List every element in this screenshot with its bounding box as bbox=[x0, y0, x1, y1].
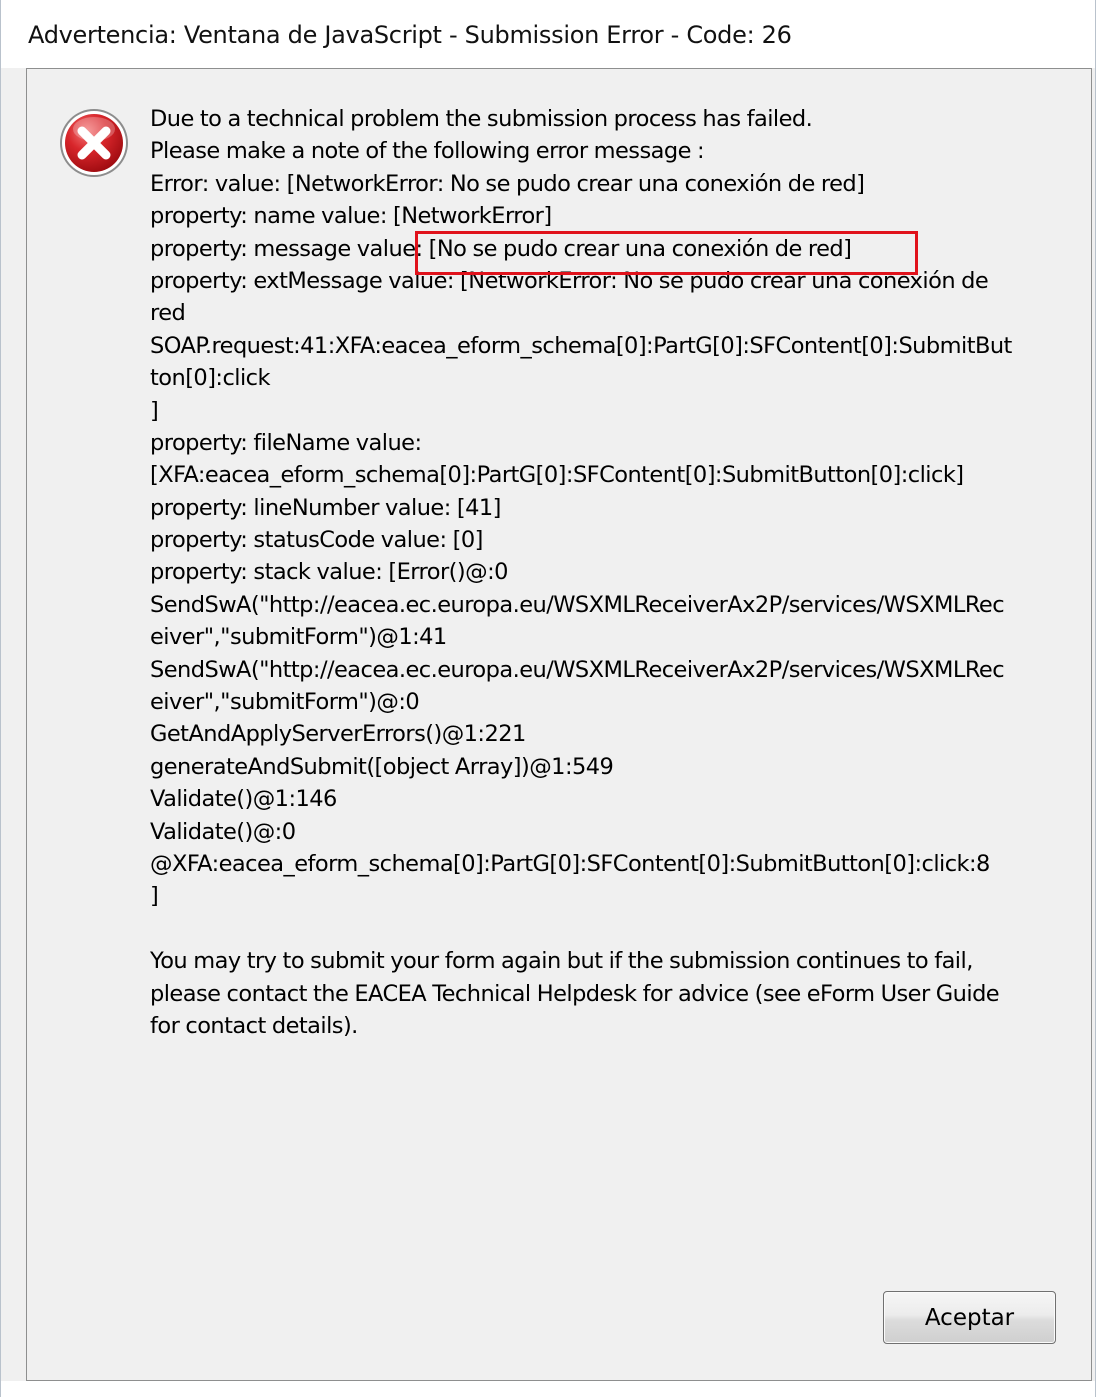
message-line: Validate()@:0 bbox=[150, 818, 296, 845]
message-line: [XFA:eacea_eform_schema[0]:PartG[0]:SFCo… bbox=[150, 462, 964, 489]
window-bottom-edge bbox=[1, 1381, 1095, 1397]
aceptar-button[interactable]: Aceptar bbox=[883, 1291, 1056, 1344]
title-bar[interactable]: Advertencia: Ventana de JavaScript - Sub… bbox=[1, 0, 1095, 68]
message-line: property: extMessage value: [NetworkErro… bbox=[150, 267, 989, 294]
alert-dialog: Advertencia: Ventana de JavaScript - Sub… bbox=[0, 0, 1096, 1397]
message-line: ton[0]:click bbox=[150, 365, 271, 392]
message-line: generateAndSubmit([object Array])@1:549 bbox=[150, 753, 614, 780]
error-icon bbox=[60, 109, 128, 177]
message-line: property: statusCode value: [0] bbox=[150, 527, 483, 554]
error-message: Due to a technical problem the submissio… bbox=[150, 103, 1065, 1042]
message-line: @XFA:eacea_eform_schema[0]:PartG[0]:SFCo… bbox=[150, 850, 990, 877]
message-line: property: message value: [No se pudo cre… bbox=[150, 235, 852, 262]
message-line: Error: value: [NetworkError: No se pudo … bbox=[150, 170, 865, 197]
message-line: SOAP.request:41:XFA:eacea_eform_schema[0… bbox=[150, 332, 1012, 359]
message-line: property: stack value: [Error()@:0 bbox=[150, 559, 508, 586]
message-line: ] bbox=[150, 397, 159, 424]
message-line: property: lineNumber value: [41] bbox=[150, 494, 501, 521]
message-line: eiver","submitForm")@1:41 bbox=[150, 624, 447, 651]
message-line: Due to a technical problem the submissio… bbox=[150, 106, 813, 132]
message-line: ] bbox=[150, 883, 159, 910]
message-line: GetAndApplyServerErrors()@1:221 bbox=[150, 721, 526, 748]
message-line: SendSwA("http://eacea.ec.europa.eu/WSXML… bbox=[150, 591, 1005, 618]
message-line: red bbox=[150, 300, 186, 327]
message-spacer bbox=[150, 913, 1065, 945]
message-line: for contact details). bbox=[150, 1012, 358, 1039]
message-line: Please make a note of the following erro… bbox=[150, 138, 705, 165]
message-line: SendSwA("http://eacea.ec.europa.eu/WSXML… bbox=[150, 656, 1005, 683]
message-line: please contact the EACEA Technical Helpd… bbox=[150, 980, 1000, 1007]
dialog-title: Advertencia: Ventana de JavaScript - Sub… bbox=[28, 21, 792, 49]
message-line: Validate()@1:146 bbox=[150, 786, 337, 813]
message-line: You may try to submit your form again bu… bbox=[150, 948, 973, 975]
message-line: eiver","submitForm")@:0 bbox=[150, 689, 420, 716]
message-line: property: fileName value: bbox=[150, 429, 422, 456]
message-line: property: name value: [NetworkError] bbox=[150, 203, 552, 230]
